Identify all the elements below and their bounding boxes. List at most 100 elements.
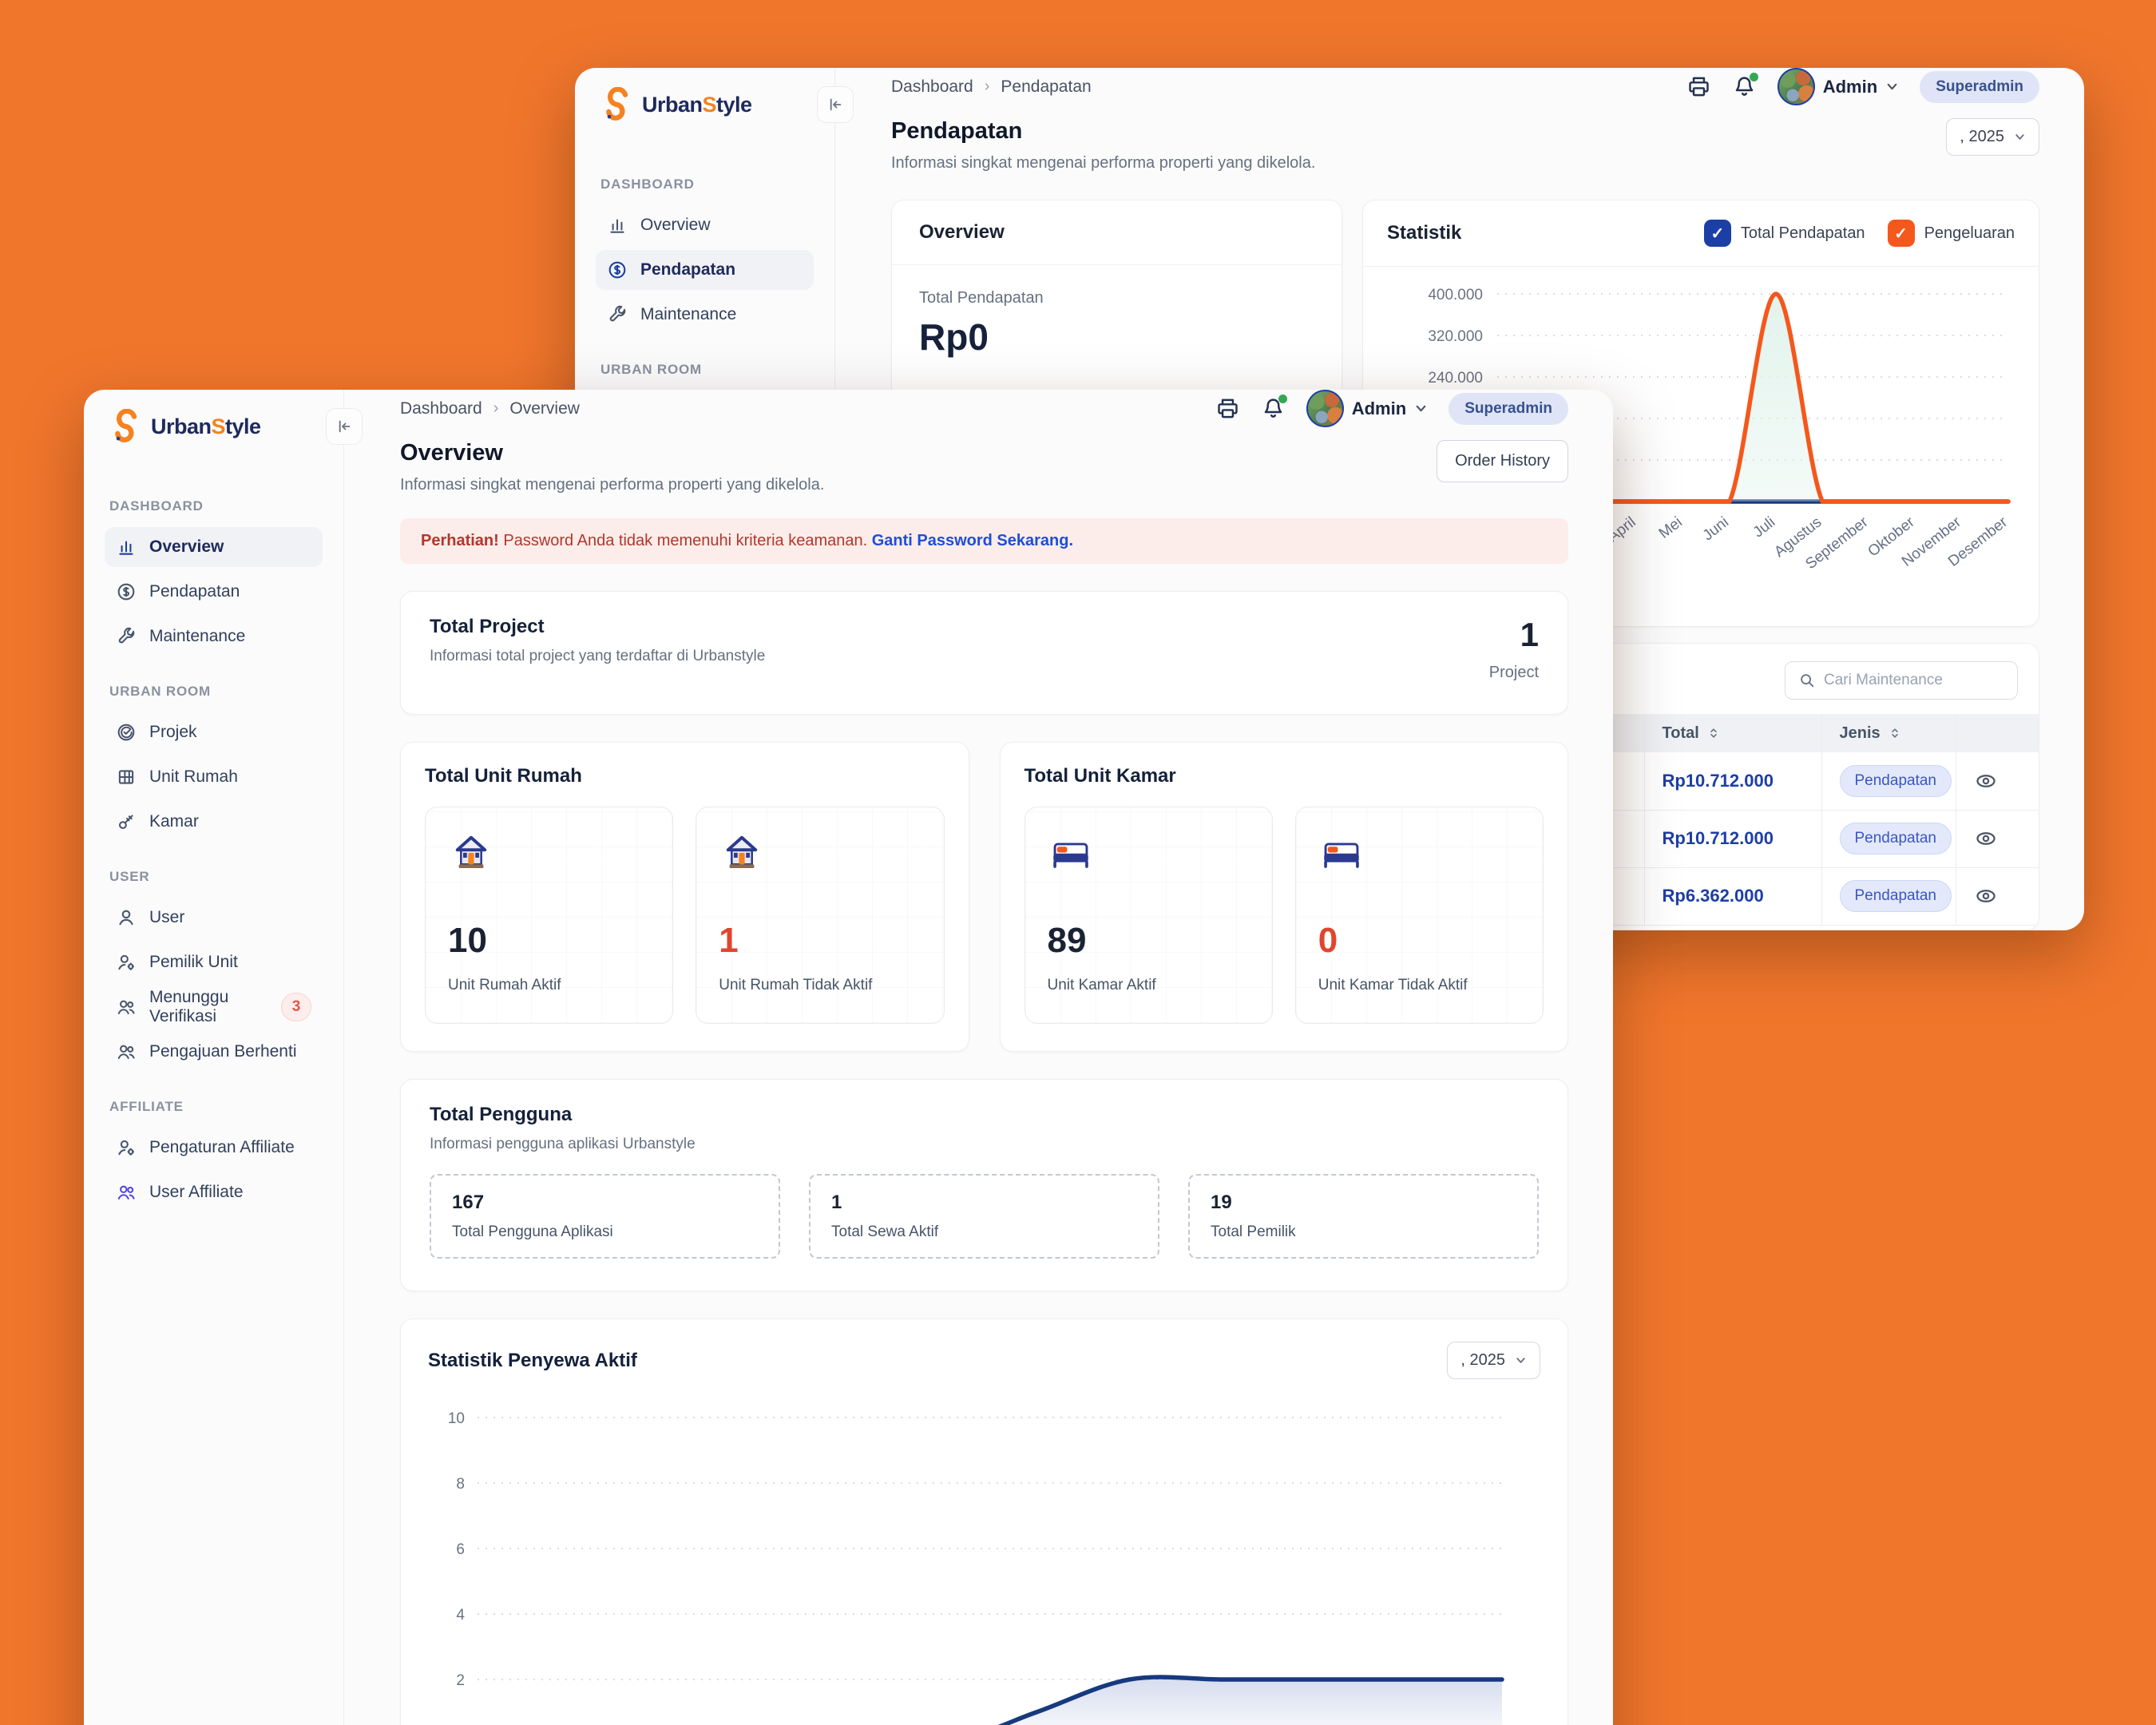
dollar-circle-icon [116,581,137,602]
change-password-link[interactable]: Ganti Password Sekarang. [872,532,1073,549]
breadcrumb-separator: › [985,77,990,96]
chevron-down-icon [1414,402,1428,415]
window-overview: UrbanStyle DASHBOARD Overview Pendapatan… [84,390,1613,1725]
svg-text:Juni: Juni [1700,514,1732,544]
breadcrumb: Dashboard › Overview [400,399,580,418]
svg-text:Juli: Juli [1750,514,1778,541]
svg-text:10: 10 [448,1410,465,1427]
statistik-penyewa-card: Statistik Penyewa Aktif , 2025 1086420Ja… [400,1319,1568,1725]
sidebar-item-pengajuan-berhenti[interactable]: Pengajuan Berhenti [105,1032,323,1072]
sidebar-item-kamar[interactable]: Kamar [105,802,323,842]
main-panel: Dashboard › Overview Admin Superadmin [344,390,1613,1725]
sidebar-item-overview[interactable]: Overview [105,527,323,567]
urbanstyle-swirl-icon [599,87,634,122]
breadcrumb-dashboard[interactable]: Dashboard [400,399,482,418]
breadcrumb-separator: › [493,399,499,418]
key-icon [116,811,137,832]
sidebar-nav: DASHBOARD Overview Pendapatan Maintenanc… [105,463,323,1212]
jenis-badge: Pendapatan [1840,765,1952,797]
verification-count-badge: 3 [281,993,311,1021]
user-gear-icon [116,1137,137,1158]
page-subtitle: Informasi singkat mengenai performa prop… [891,154,1315,172]
breadcrumb-pendapatan[interactable]: Pendapatan [1001,77,1091,97]
sidebar-item-overview[interactable]: Overview [596,205,814,245]
notifications-button[interactable] [1261,396,1286,421]
legend-total-pendapatan[interactable]: ✓ Total Pendapatan [1704,220,1865,247]
brand-name: UrbanStyle [642,93,752,117]
sort-icon [1707,727,1720,740]
sidebar-item-maintenance[interactable]: Maintenance [105,617,323,656]
role-badge: Superadmin [1920,71,2039,103]
unit-kamar-tidak-aktif-stat: 0 Unit Kamar Tidak Aktif [1295,807,1544,1024]
year-select[interactable]: , 2025 [1447,1342,1540,1379]
total-project-unit: Project [1489,664,1539,682]
urbanstyle-swirl-icon [108,409,143,444]
topbar-actions: Admin Superadmin [1686,68,2039,105]
overview-card-title: Overview [892,200,1342,265]
nav-section-urban-room: URBAN ROOM [600,362,809,378]
search-input[interactable] [1824,672,2004,689]
overview-content: Overview Informasi singkat mengenai perf… [344,427,1613,1725]
sort-jenis[interactable]: Jenis [1840,724,1938,743]
sort-total[interactable]: Total [1663,724,1804,743]
checkbox-checked-icon[interactable]: ✓ [1888,220,1915,247]
sidebar-collapse-button[interactable] [817,86,854,123]
total-project-subtitle: Informasi total project yang terdaftar d… [430,648,765,665]
statistik-penyewa-title: Statistik Penyewa Aktif [428,1350,637,1372]
avatar[interactable] [1306,390,1344,427]
legend-pengeluaran[interactable]: ✓ Pengeluaran [1888,220,2015,247]
sidebar-item-pemilik-unit[interactable]: Pemilik Unit [105,942,323,982]
order-history-button[interactable]: Order History [1437,440,1568,482]
view-row-button[interactable] [1974,827,1998,851]
sidebar-item-projek[interactable]: Projek [105,712,323,752]
jenis-cell: Pendapatan [1821,752,1956,810]
col-total: Total [1644,714,1821,752]
house-icon [448,828,494,874]
bar-chart-icon [116,537,137,557]
view-row-button[interactable] [1974,769,1998,793]
year-select[interactable]: , 2025 [1946,118,2039,156]
checkbox-checked-icon[interactable]: ✓ [1704,220,1731,247]
breadcrumb-dashboard[interactable]: Dashboard [891,77,973,97]
total-unit-kamar-card: Total Unit Kamar 89 Unit Kamar Aktif 0 U… [1000,742,1569,1052]
unit-kamar-aktif-stat: 89 Unit Kamar Aktif [1024,807,1273,1024]
account-menu[interactable]: Admin [1778,68,1899,105]
sidebar-collapse-button[interactable] [326,408,363,445]
print-button[interactable] [1215,396,1240,421]
printer-icon [1215,396,1240,421]
sidebar-item-pendapatan[interactable]: Pendapatan [105,572,323,612]
jenis-cell: Pendapatan [1821,810,1956,867]
notifications-button[interactable] [1732,74,1757,99]
bed-icon [1318,828,1365,874]
svg-text:4: 4 [456,1607,465,1624]
users-icon [116,997,137,1017]
user-icon [116,907,137,928]
sidebar-item-pendapatan[interactable]: Pendapatan [596,250,814,290]
sort-icon [1888,727,1901,740]
sidebar-item-pengaturan-affiliate[interactable]: Pengaturan Affiliate [105,1128,323,1168]
col-actions [1956,714,2039,752]
sidebar-item-unit-rumah[interactable]: Unit Rumah [105,757,323,797]
sidebar-nav: DASHBOARD Overview Pendapatan Maintenanc… [596,141,814,430]
sidebar-item-maintenance[interactable]: Maintenance [596,295,814,335]
penyewa-aktif-line-chart: 1086420JanuariFebruariMaretAprilMeiJuniJ… [428,1400,1542,1725]
topbar-actions: Admin Superadmin [1215,390,1568,427]
breadcrumb-overview[interactable]: Overview [509,399,580,418]
account-menu[interactable]: Admin [1306,390,1428,427]
svg-text:6: 6 [456,1541,465,1558]
sidebar-item-user[interactable]: User [105,898,323,938]
total-pendapatan-label: Total Pendapatan [919,289,1314,307]
avatar[interactable] [1778,68,1815,105]
eye-icon [1974,884,1998,908]
notification-dot [1278,395,1287,403]
printer-icon [1686,74,1711,99]
target-icon [116,722,137,743]
brand-logo: UrbanStyle [596,68,814,141]
print-button[interactable] [1686,74,1711,99]
total-cell: Rp6.362.000 [1644,867,1821,925]
sidebar-item-menunggu-verifikasi[interactable]: Menunggu Verifikasi3 [105,987,323,1027]
view-row-button[interactable] [1974,884,1998,908]
total-pemilik-stat: 19 Total Pemilik [1188,1174,1539,1259]
sidebar-item-user-affiliate[interactable]: User Affiliate [105,1172,323,1212]
jenis-cell: Pendapatan [1821,867,1956,925]
